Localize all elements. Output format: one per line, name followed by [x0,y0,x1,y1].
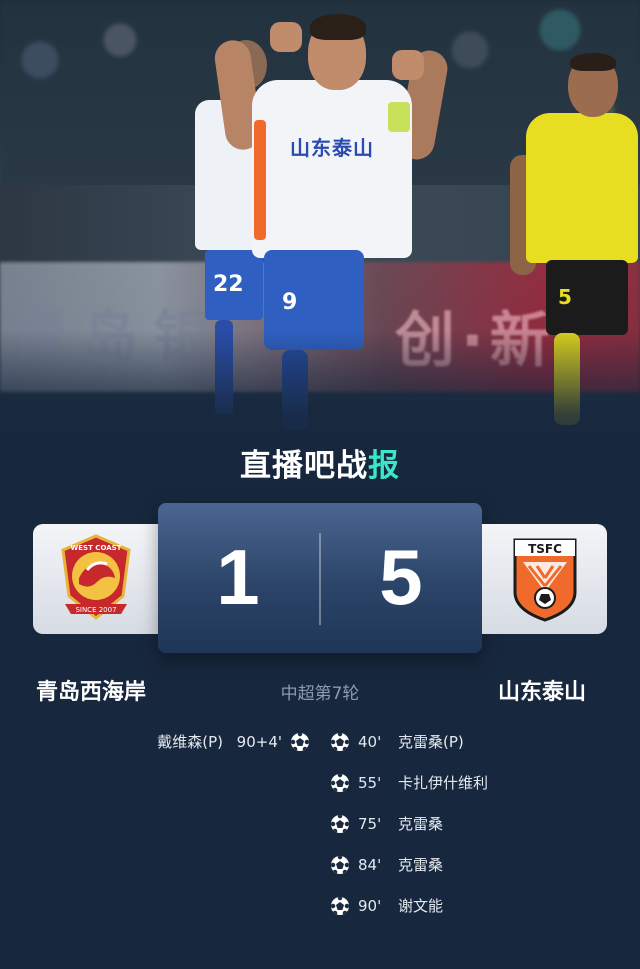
brand-title: 直播吧战报 [0,440,640,485]
away-goal-row: 90' 谢文能 [0,894,640,918]
away-team-logo-card: TSFC [482,524,607,634]
away-goal-minute: 75' [358,815,382,833]
away-goal-player: 克雷桑(P) [398,733,464,751]
football-icon [331,774,349,792]
away-goal-player: 谢文能 [398,897,444,915]
away-goal-minute: 90' [358,897,382,915]
away-goal-row: 84' 克雷桑 [0,853,640,877]
away-goal-minute: 84' [358,856,382,874]
away-goal-player: 克雷桑 [398,815,444,833]
brand-title-accent: 报 [368,448,400,484]
hero-photo: 青岛银 创·新 22 5 山东泰山 9 [0,0,640,470]
away-goal-player: 克雷桑 [398,856,444,874]
home-score: 1 [216,533,260,621]
away-crest-initials: TSFC [528,542,562,556]
opponent-number: 5 [558,285,572,309]
scoreboard: 1 5 [158,503,482,653]
brand-title-main: 直播吧战 [240,448,368,484]
player-number: 9 [282,290,298,315]
football-icon [291,733,309,751]
home-goal-minute: 90+4' [236,733,282,751]
home-team-logo-card: WEST COAST SINCE 2007 [33,524,158,634]
home-crest-text-bottom: SINCE 2007 [75,606,116,614]
west-coast-fc-crest-icon: WEST COAST SINCE 2007 [60,534,131,620]
home-goal-player: 戴维森(P) [157,733,223,751]
away-goal-row: 75' 克雷桑 [0,812,640,836]
score-divider [319,533,321,625]
away-score: 5 [379,533,423,621]
home-crest-text-top: WEST COAST [70,544,121,552]
away-team-name: 山东泰山 [498,680,587,705]
home-goal-row: 戴维森(P) 90+4' 40' 克雷桑(P) [0,730,640,754]
football-icon [331,897,349,915]
football-icon [331,815,349,833]
jersey-sponsor: 山东泰山 [290,136,374,160]
away-goal-minute: 55' [358,774,382,792]
captain-armband [388,102,410,132]
football-icon [331,733,349,751]
shandong-taishan-crest-icon: TSFC [513,538,576,622]
away-goal-row: 55' 卡扎伊什维利 [0,771,640,795]
football-icon [331,856,349,874]
away-goal-player: 卡扎伊什维利 [398,774,489,792]
away-goal-minute: 40' [358,733,382,751]
